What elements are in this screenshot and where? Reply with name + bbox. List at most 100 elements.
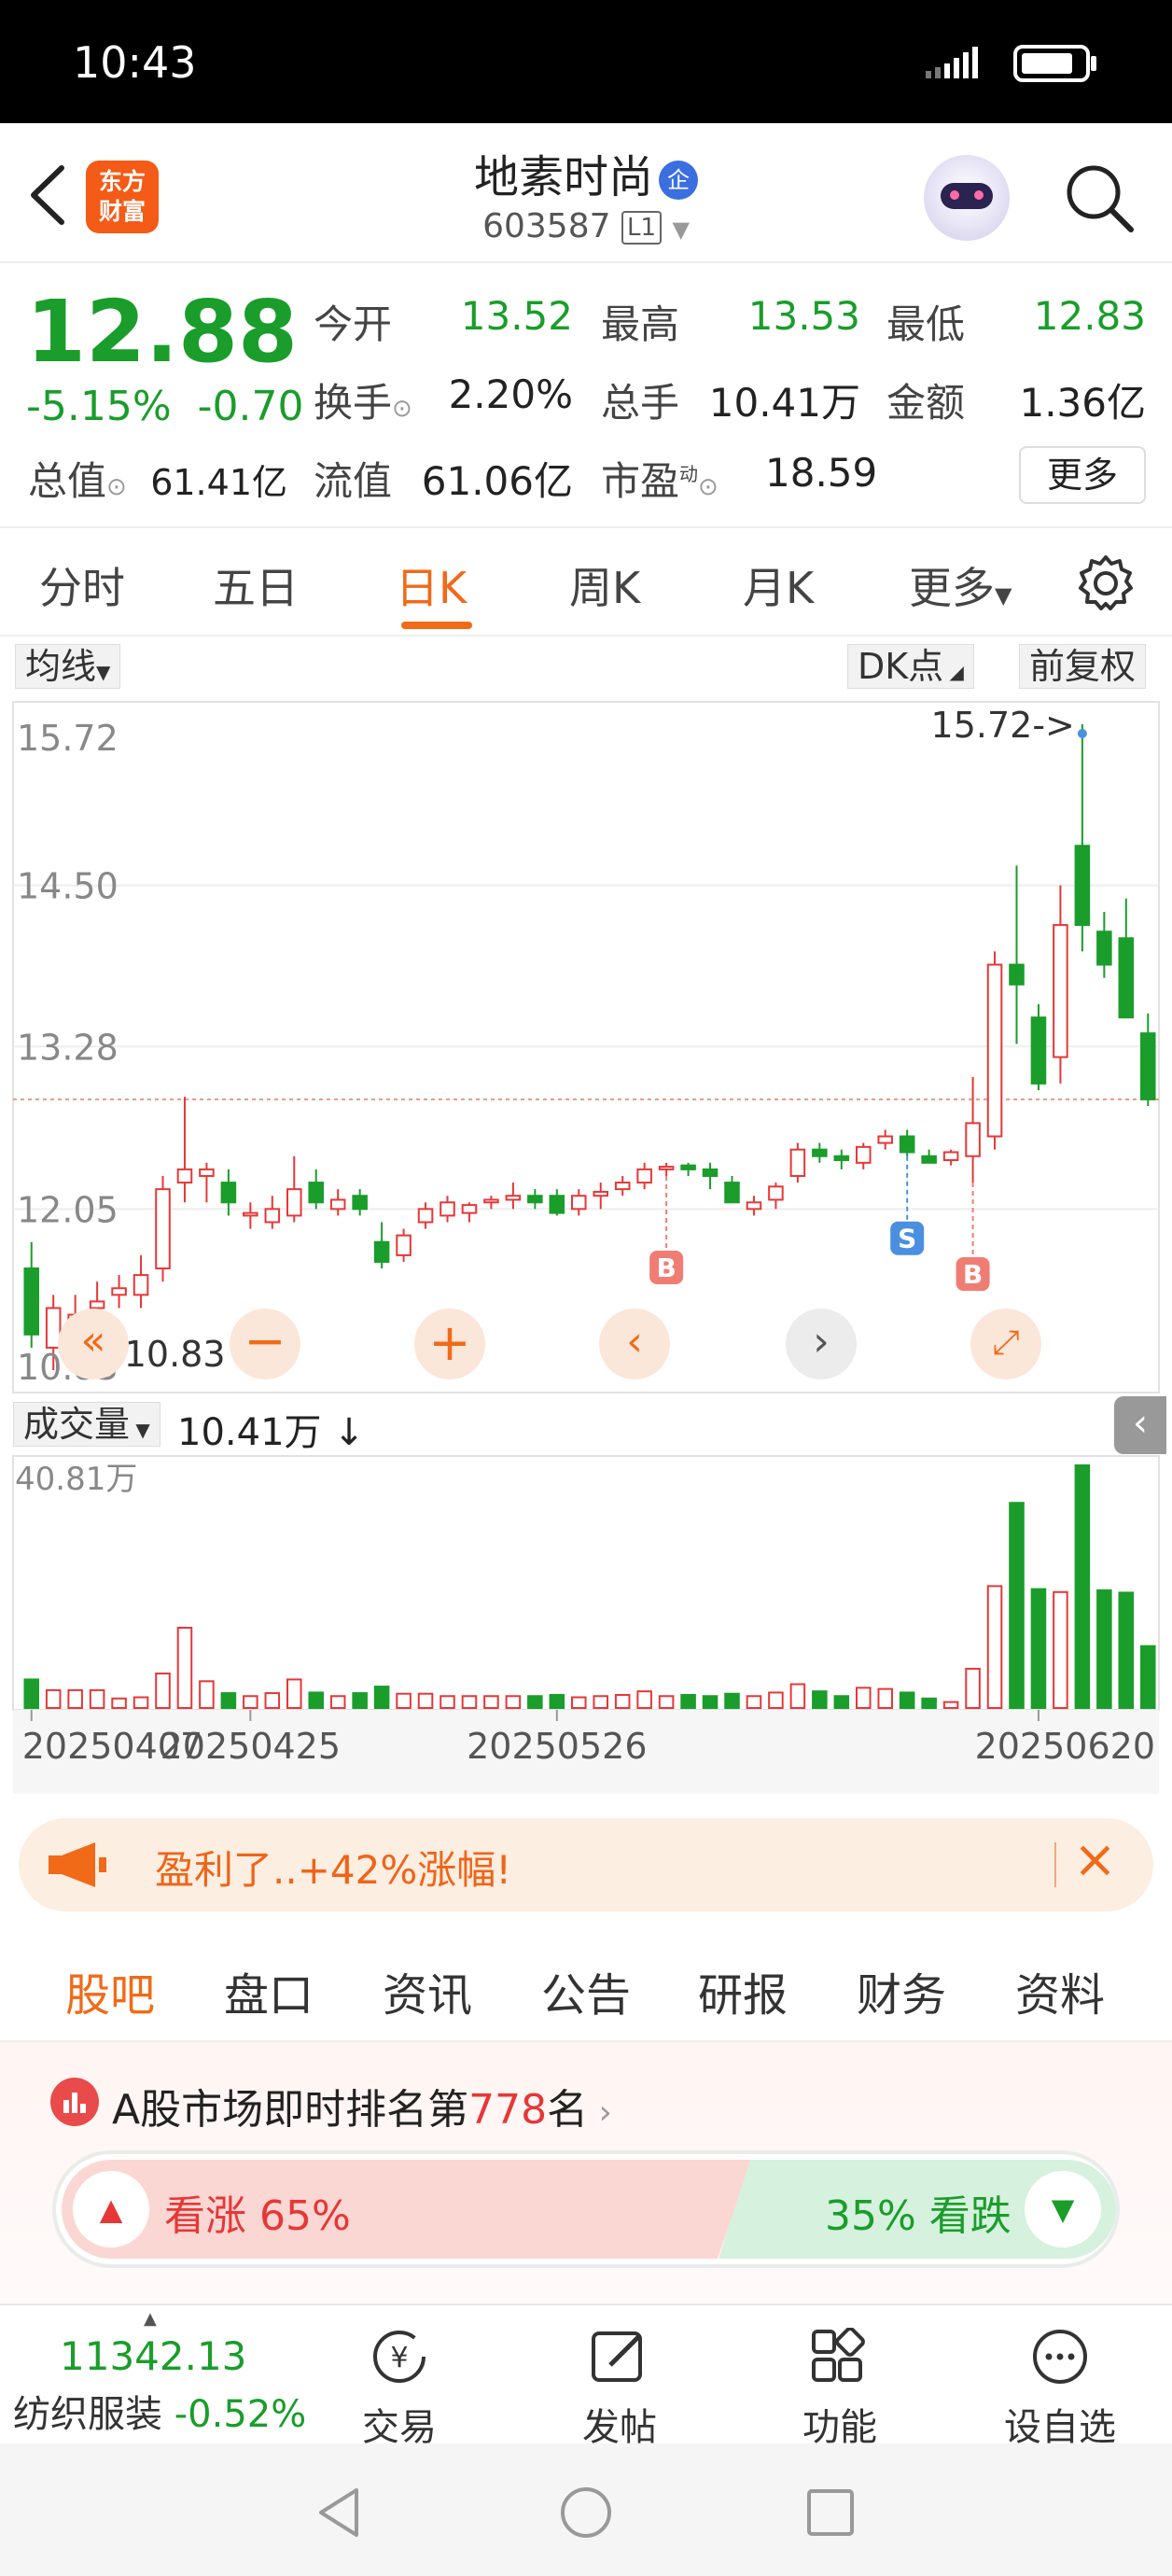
candle-body — [570, 1195, 587, 1211]
turnover-value: 2.20% — [448, 371, 573, 417]
tab-guba[interactable]: 股吧 — [65, 1958, 155, 2023]
volume-bar — [417, 1692, 434, 1709]
tab-intraday[interactable]: 分时 — [39, 554, 125, 616]
candle-body — [527, 1195, 543, 1204]
chart-period-tabs: 分时 五日 日K 周K 月K 更多▼ — [0, 530, 1172, 637]
candle-body — [133, 1274, 149, 1296]
candle-body — [724, 1182, 740, 1204]
active-tab-indicator — [401, 622, 472, 629]
price-tick-label: 12.05 — [17, 1189, 119, 1230]
volume-bar — [986, 1585, 1003, 1710]
signal-label: B — [963, 1259, 983, 1290]
adjust-toggle[interactable]: 前复权 — [1019, 644, 1147, 689]
add-watchlist-button[interactable]: 设自选 — [985, 2328, 1135, 2451]
functions-button[interactable]: 功能 — [765, 2327, 914, 2451]
price-tick-label: 15.72 — [17, 718, 119, 759]
stock-code: 603587 — [482, 207, 611, 245]
nav-back-icon[interactable] — [315, 2485, 362, 2541]
settings-gear-icon[interactable] — [1075, 553, 1137, 614]
candle-body — [286, 1188, 302, 1217]
tab-news[interactable]: 资讯 — [383, 1958, 472, 2023]
tab-research[interactable]: 研报 — [698, 1958, 788, 2023]
content-tabs: 股吧 盘口 资讯 公告 研报 财务 资料 — [0, 1930, 1172, 2042]
nav-home-icon[interactable] — [558, 2485, 614, 2541]
candle-body — [396, 1234, 412, 1256]
current-price: 12.88 — [26, 282, 299, 382]
volume-bar — [636, 1690, 652, 1710]
signal-icon — [926, 47, 978, 78]
system-nav-bar — [0, 2443, 1172, 2576]
megaphone-icon — [49, 1842, 106, 1887]
kline-chart[interactable]: 15.7214.5013.2812.0510.8315.72-><-10.834… — [0, 694, 1172, 1796]
volume-indicator-dropdown[interactable]: 成交量 ▼ — [13, 1402, 160, 1447]
promo-banner[interactable]: 盈利了..+42%涨幅! × — [19, 1818, 1153, 1911]
collapse-panel-icon[interactable]: ‹ — [1114, 1396, 1166, 1454]
robot-assistant-icon[interactable] — [924, 155, 1010, 241]
candle-body — [965, 1122, 981, 1157]
candle-body — [440, 1201, 455, 1217]
float-cap-value: 61.06亿 — [421, 458, 573, 504]
chevron-right-icon: › — [588, 2093, 612, 2132]
zoom-in-icon[interactable]: + — [414, 1309, 485, 1379]
open-label: 今开 — [314, 301, 393, 347]
tab-finance[interactable]: 财务 — [857, 1958, 946, 2023]
volume-bar — [1118, 1591, 1135, 1709]
tab-announcements[interactable]: 公告 — [541, 1958, 631, 2023]
quote-panel: 12.88 -5.15% -0.70 今开 13.52 最高 13.53 最低 … — [0, 263, 1172, 528]
volume-bar — [593, 1695, 609, 1710]
post-button[interactable]: 发帖 — [545, 2328, 694, 2451]
index-name: 纺织服装 -0.52% — [13, 2393, 307, 2436]
bull-up-icon[interactable]: ▲ — [73, 2171, 149, 2247]
move-right-icon[interactable]: › — [786, 1309, 857, 1379]
ma-dropdown[interactable]: 均线▼ — [15, 644, 121, 689]
candle-body — [680, 1164, 696, 1170]
candle-body — [111, 1287, 127, 1296]
candle-body — [549, 1195, 565, 1214]
tab-pankou[interactable]: 盘口 — [224, 1958, 314, 2023]
tab-more[interactable]: 更多▼ — [909, 554, 1012, 616]
fullscreen-icon[interactable]: ⤢ — [970, 1309, 1041, 1379]
market-cap-value: 61.41亿 — [150, 462, 287, 503]
dk-points-dropdown[interactable]: DK点 ◢ — [847, 644, 974, 689]
zoom-out-icon[interactable]: − — [230, 1309, 300, 1379]
bear-down-icon[interactable]: ▼ — [1025, 2171, 1101, 2247]
rank-text[interactable]: A股市场即时排名第778名 › — [112, 2076, 612, 2135]
candle-body — [636, 1168, 652, 1184]
candle-body — [1118, 937, 1135, 1019]
volume-bar — [155, 1673, 171, 1709]
turnover-label[interactable]: 换手⊙ — [314, 371, 412, 428]
volume-bar — [286, 1678, 302, 1710]
trade-button[interactable]: ¥ 交易 — [325, 2328, 474, 2451]
tab-monthly-k[interactable]: 月K — [743, 554, 814, 616]
scroll-left-fast-icon[interactable]: « — [58, 1309, 129, 1379]
index-ticker[interactable]: ▲ 11342.13 纺织服装 -0.52% — [7, 2305, 315, 2445]
volume-bar — [264, 1692, 281, 1709]
nav-recent-icon[interactable] — [804, 2486, 857, 2539]
pe-label[interactable]: 市盈动⊙ — [601, 450, 719, 507]
move-left-icon[interactable]: ‹ — [599, 1309, 670, 1379]
search-icon[interactable] — [1062, 161, 1137, 235]
volume-bar — [396, 1692, 412, 1709]
tab-weekly-k[interactable]: 周K — [569, 554, 640, 616]
bear-label: 35% 看跌 — [825, 2192, 1012, 2240]
candle-body — [746, 1201, 762, 1211]
candle-body — [329, 1198, 346, 1211]
trade-yen-icon: ¥ — [373, 2331, 426, 2383]
candle-body — [1139, 1032, 1156, 1100]
axis-labels: 15.7214.5013.2812.0510.8315.72-><-10.834… — [15, 705, 1155, 1767]
volume-bar — [329, 1695, 346, 1710]
close-icon[interactable]: × — [1073, 1829, 1117, 1890]
candle-body — [921, 1155, 937, 1164]
tab-five-day[interactable]: 五日 — [213, 554, 299, 616]
tab-daily-k[interactable]: 日K — [396, 554, 467, 616]
market-cap-label[interactable]: 总值⊙ — [28, 450, 127, 507]
candle-body — [505, 1195, 522, 1201]
stock-name: 地素时尚 — [473, 151, 653, 203]
volume-bar — [133, 1696, 149, 1710]
tab-profile[interactable]: 资料 — [1015, 1958, 1105, 2023]
more-quote-button[interactable]: 更多 — [1019, 446, 1146, 504]
candle-body — [308, 1182, 325, 1204]
candle-body — [243, 1211, 258, 1217]
candle-body — [220, 1182, 237, 1204]
info-icon: ⊙ — [392, 395, 412, 423]
